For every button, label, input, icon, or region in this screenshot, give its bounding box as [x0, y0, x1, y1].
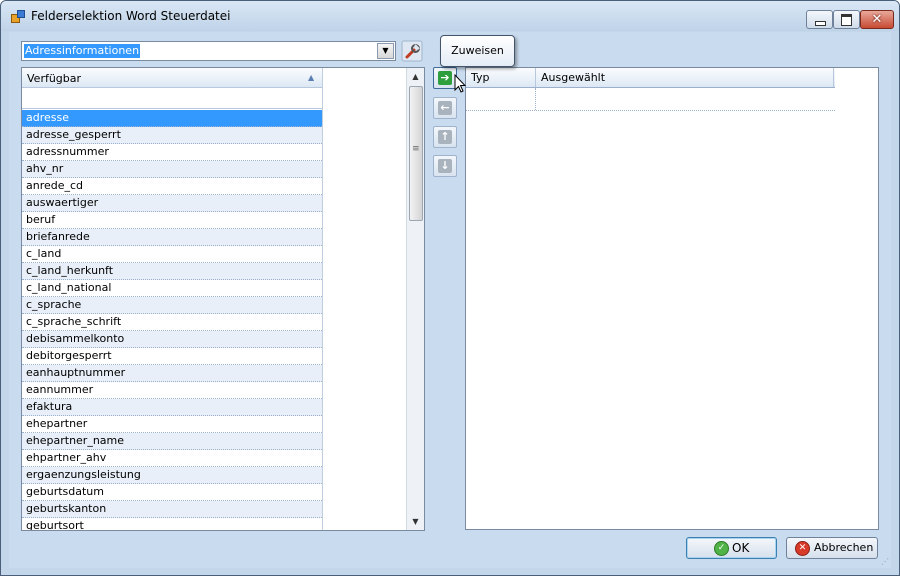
- list-item[interactable]: debisammelkonto: [22, 331, 322, 348]
- move-down-button[interactable]: ↓: [433, 155, 457, 177]
- list-item[interactable]: c_sprache: [22, 297, 322, 314]
- cancel-button[interactable]: ✕ Abbrechen: [786, 537, 878, 559]
- cancel-label: Abbrechen: [814, 541, 874, 554]
- list-item[interactable]: efaktura: [22, 399, 322, 416]
- window-title: Felderselektion Word Steuerdatei: [31, 9, 231, 23]
- available-column-header[interactable]: Verfügbar ▲: [22, 68, 322, 88]
- ok-label: OK: [732, 541, 750, 555]
- dialog-window: Felderselektion Word Steuerdatei ✕ Adres…: [0, 0, 900, 576]
- checkmark-icon: ✓: [714, 541, 729, 556]
- grip-icon: ≡: [412, 144, 420, 154]
- list-item[interactable]: c_land: [22, 246, 322, 263]
- list-item[interactable]: ergaenzungsleistung: [22, 467, 322, 484]
- list-item[interactable]: geburtskanton: [22, 501, 322, 518]
- arrow-left-icon: ←: [438, 101, 452, 115]
- close-icon: ✕: [871, 12, 883, 27]
- filter-row[interactable]: [22, 88, 322, 109]
- scroll-up-icon[interactable]: ▲: [407, 68, 424, 85]
- chevron-down-icon[interactable]: ▼: [377, 43, 394, 59]
- title-bar[interactable]: Felderselektion Word Steuerdatei ✕: [1, 1, 899, 31]
- grid-column-ausgewaehlt[interactable]: Ausgewählt: [536, 68, 834, 87]
- resize-grip-icon[interactable]: ⋰: [881, 557, 889, 566]
- column-divider: [322, 68, 323, 530]
- arrow-up-icon: ↑: [438, 130, 452, 144]
- dialog-client-area: Adressinformationen ▼ Verfügbar ▲ adress…: [9, 32, 891, 568]
- list-item[interactable]: adressnummer: [22, 144, 322, 161]
- list-item[interactable]: ahv_nr: [22, 161, 322, 178]
- available-header-label: Verfügbar: [27, 72, 82, 85]
- grid-header: Typ Ausgewählt: [466, 68, 835, 88]
- list-item[interactable]: anrede_cd: [22, 178, 322, 195]
- unassign-button[interactable]: ←: [433, 97, 457, 119]
- maximize-button[interactable]: [833, 10, 860, 29]
- assign-tooltip: Zuweisen: [440, 35, 515, 67]
- list-item[interactable]: adresse_gesperrt: [22, 127, 322, 144]
- list-item[interactable]: eannummer: [22, 382, 322, 399]
- list-item[interactable]: auswaertiger: [22, 195, 322, 212]
- arrow-down-icon: ↓: [438, 159, 452, 173]
- list-item[interactable]: geburtsdatum: [22, 484, 322, 501]
- list-item[interactable]: beruf: [22, 212, 322, 229]
- list-item[interactable]: ehepartner_name: [22, 433, 322, 450]
- combobox-value: Adressinformationen: [24, 44, 141, 58]
- arrow-right-icon: ➔: [438, 71, 452, 85]
- mouse-cursor-icon: [454, 74, 466, 93]
- available-fields-list[interactable]: Verfügbar ▲ adresse adresse_gesperrt adres…: [21, 67, 425, 531]
- ok-button[interactable]: ✓ OK: [686, 537, 777, 559]
- list-item[interactable]: briefanrede: [22, 229, 322, 246]
- move-up-button[interactable]: ↑: [433, 126, 457, 148]
- app-icon: [11, 10, 25, 23]
- list-item[interactable]: ehepartner: [22, 416, 322, 433]
- list-item[interactable]: ehpartner_ahv: [22, 450, 322, 467]
- category-combobox[interactable]: Adressinformationen ▼: [21, 41, 396, 61]
- list-rows: adresse adresse_gesperrt adressnummer ahv_n…: [22, 110, 322, 530]
- grid-column-typ[interactable]: Typ: [466, 68, 536, 87]
- list-item[interactable]: debitorgesperrt: [22, 348, 322, 365]
- list-item[interactable]: geburtsort: [22, 518, 322, 530]
- sort-ascending-icon: ▲: [308, 73, 315, 82]
- minimize-icon: [815, 21, 826, 26]
- minimize-button[interactable]: [806, 10, 833, 29]
- list-item[interactable]: adresse: [22, 110, 322, 127]
- selected-fields-grid[interactable]: Typ Ausgewählt: [465, 67, 879, 530]
- list-item[interactable]: eanhauptnummer: [22, 365, 322, 382]
- grid-new-row[interactable]: [466, 88, 835, 111]
- list-item[interactable]: c_land_national: [22, 280, 322, 297]
- scroll-down-icon[interactable]: ▼: [407, 513, 424, 530]
- close-button[interactable]: ✕: [860, 10, 894, 29]
- vertical-scrollbar[interactable]: ▲ ≡ ▼: [406, 68, 424, 530]
- maximize-icon: [841, 14, 852, 26]
- cancel-icon: ✕: [795, 541, 810, 556]
- list-item[interactable]: c_sprache_schrift: [22, 314, 322, 331]
- scroll-thumb[interactable]: ≡: [409, 86, 423, 221]
- wrench-icon[interactable]: [401, 40, 423, 62]
- list-item[interactable]: c_land_herkunft: [22, 263, 322, 280]
